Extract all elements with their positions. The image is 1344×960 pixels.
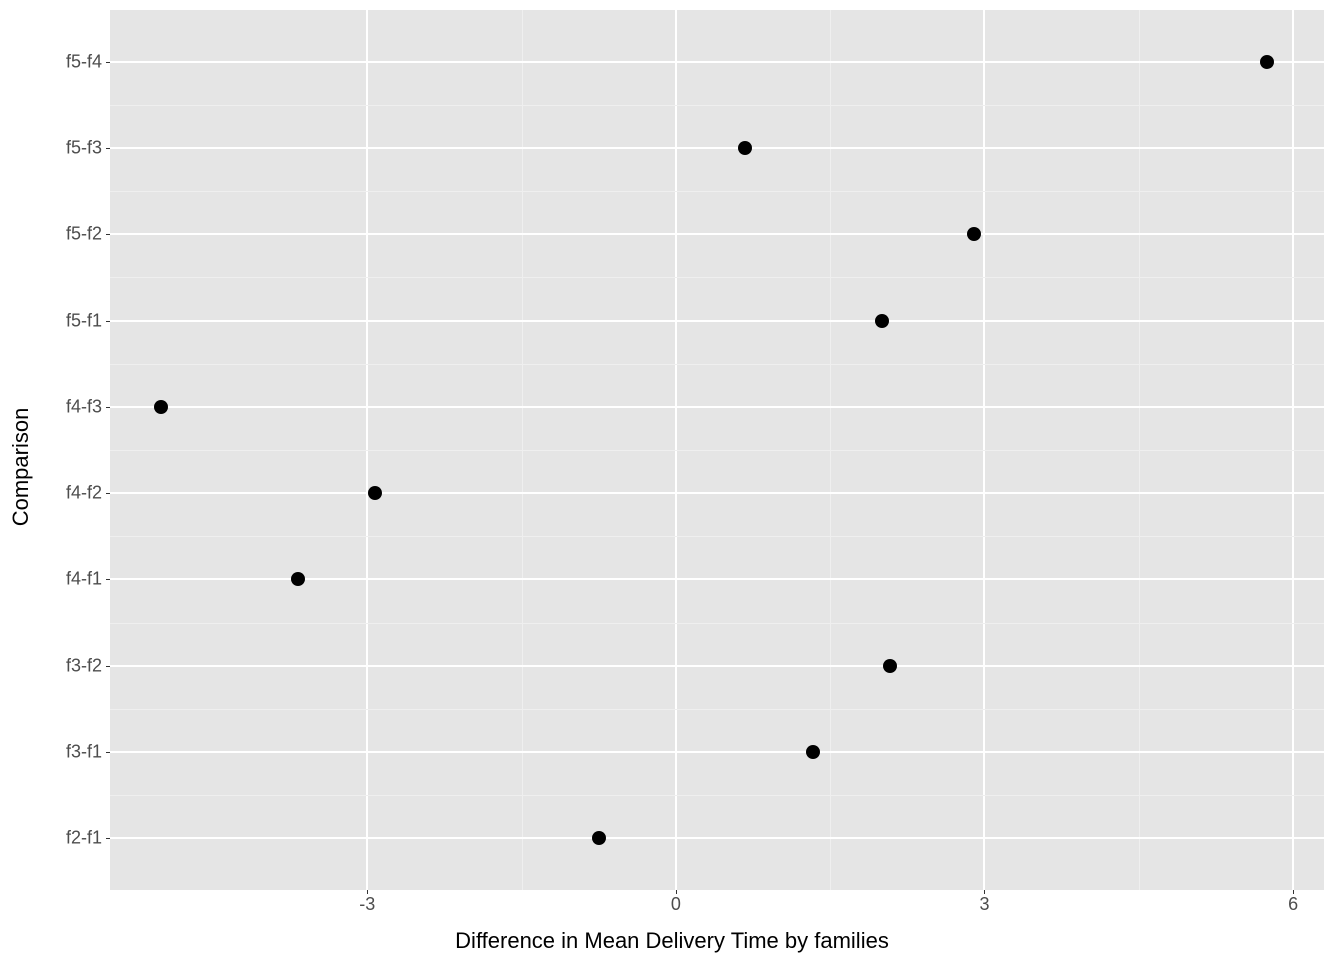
grid-h-major [110,233,1324,235]
y-axis-title: Comparison [8,348,34,467]
y-tick-mark [106,407,110,408]
grid-h-major [110,492,1324,494]
y-tick-label: f5-f4 [66,51,102,72]
data-point [806,745,820,759]
y-tick-mark [106,234,110,235]
y-tick-label: f2-f1 [66,828,102,849]
grid-h-minor [110,364,1324,365]
y-tick-mark [106,321,110,322]
data-point [154,400,168,414]
y-tick-label: f5-f2 [66,224,102,245]
grid-h-minor [110,795,1324,796]
y-tick-mark [106,666,110,667]
y-tick-mark [106,752,110,753]
data-point [883,659,897,673]
plot-area: -3036f2-f1f3-f1f3-f2f4-f1f4-f2f4-f3f5-f1… [110,10,1324,890]
y-tick-mark [106,838,110,839]
y-tick-label: f5-f3 [66,138,102,159]
y-tick-mark [106,62,110,63]
grid-h-major [110,320,1324,322]
data-point [592,831,606,845]
x-tick-label: -3 [359,894,375,915]
y-tick-label: f4-f3 [66,396,102,417]
y-tick-mark [106,579,110,580]
y-tick-label: f3-f2 [66,655,102,676]
grid-h-minor [110,105,1324,106]
data-point [875,314,889,328]
x-tick-label: 3 [979,894,989,915]
grid-h-major [110,837,1324,839]
y-tick-label: f3-f1 [66,741,102,762]
grid-h-minor [110,709,1324,710]
y-tick-label: f5-f1 [66,310,102,331]
grid-h-minor [110,191,1324,192]
data-point [368,486,382,500]
y-tick-mark [106,493,110,494]
grid-h-minor [110,536,1324,537]
grid-h-major [110,147,1324,149]
y-tick-label: f4-f1 [66,569,102,590]
grid-h-major [110,665,1324,667]
data-point [291,572,305,586]
data-point [1260,55,1274,69]
x-tick-label: 0 [671,894,681,915]
grid-h-major [110,61,1324,63]
grid-h-minor [110,450,1324,451]
x-axis-title: Difference in Mean Delivery Time by fami… [0,928,1344,954]
y-tick-mark [106,148,110,149]
grid-h-major [110,751,1324,753]
grid-h-major [110,406,1324,408]
data-point [738,141,752,155]
chart-container: Comparison Difference in Mean Delivery T… [0,0,1344,960]
y-tick-label: f4-f2 [66,483,102,504]
data-point [967,227,981,241]
grid-h-minor [110,623,1324,624]
x-tick-label: 6 [1288,894,1298,915]
grid-h-minor [110,277,1324,278]
